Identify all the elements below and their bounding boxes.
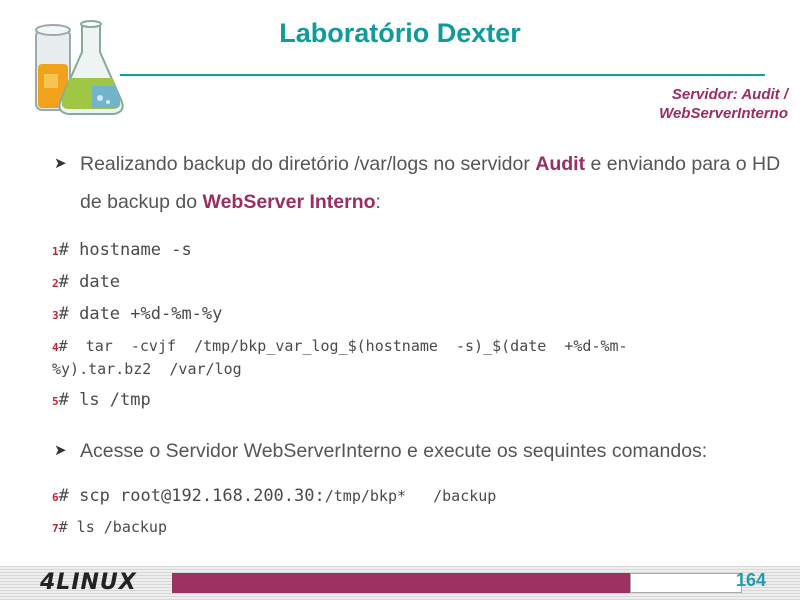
line-number: 2 [52,277,59,290]
command-line-continuation: %y).tar.bz2 /var/log [52,360,242,378]
bullet-access-server: ➤ Acesse o Servidor WebServerInterno e e… [54,432,800,470]
highlight-webserver: WebServer Interno [202,191,376,213]
page-title: Laboratório Dexter [279,18,521,48]
lab-flasks-logo [35,20,124,115]
line-number: 5 [52,395,59,408]
highlight-audit: Audit [535,153,586,175]
line-number: 7 [52,522,59,535]
footer-bar [172,573,630,593]
line-number: 1 [52,245,59,258]
page-number: 164 [736,570,767,590]
command-text: # tar -cvjf /tmp/bkp_var_log_$(hostname … [58,337,628,355]
brand-logo-4linux: 4LINUX [40,570,137,595]
bullet-arrow-icon: ➤ [54,155,67,172]
bullet-backup: ➤ Realizando backup do diretório /var/lo… [54,145,789,221]
command-line: 5# ls /tmp [52,390,151,410]
line-number: 4 [52,341,59,354]
command-text: # date +%d-%m-%y [58,304,223,324]
command-line: 3# date +%d-%m-%y [52,304,222,324]
line-number: 6 [52,491,59,504]
command-line: 7# ls /backup [52,518,167,536]
command-line: 1# hostname -s [52,240,192,260]
command-line: 6# scp root@192.168.200.30:/tmp/bkp* /ba… [52,486,496,506]
command-line: 2# date [52,272,120,292]
command-text: # date [58,272,121,292]
server-subtitle: Servidor: Audit / WebServerInterno [659,85,788,123]
bullet-text-post: : [375,191,381,213]
bullet-text-pre: Realizando backup do diretório /var/logs… [80,153,536,175]
line-number: 3 [52,309,59,322]
command-text: # hostname -s [58,240,192,260]
title-divider [120,74,765,76]
command-text-small: /tmp/bkp* /backup [324,487,497,505]
footer-bar-box [630,573,742,593]
server-line-2: WebServerInterno [659,105,788,122]
command-line: 4# tar -cvjf /tmp/bkp_var_log_$(hostname… [52,337,628,355]
command-text: # ls /backup [58,518,167,536]
command-text: %y).tar.bz2 /var/log [52,360,242,378]
bullet-text: Realizando backup do diretório /var/logs… [80,145,789,221]
bullet-text: Acesse o Servidor WebServerInterno e exe… [80,440,708,462]
command-text: # scp root@192.168.200.30: [58,486,325,506]
server-line-1: Servidor: Audit / [671,86,788,103]
bullet-arrow-icon: ➤ [54,442,67,459]
command-text: # ls /tmp [58,390,151,410]
